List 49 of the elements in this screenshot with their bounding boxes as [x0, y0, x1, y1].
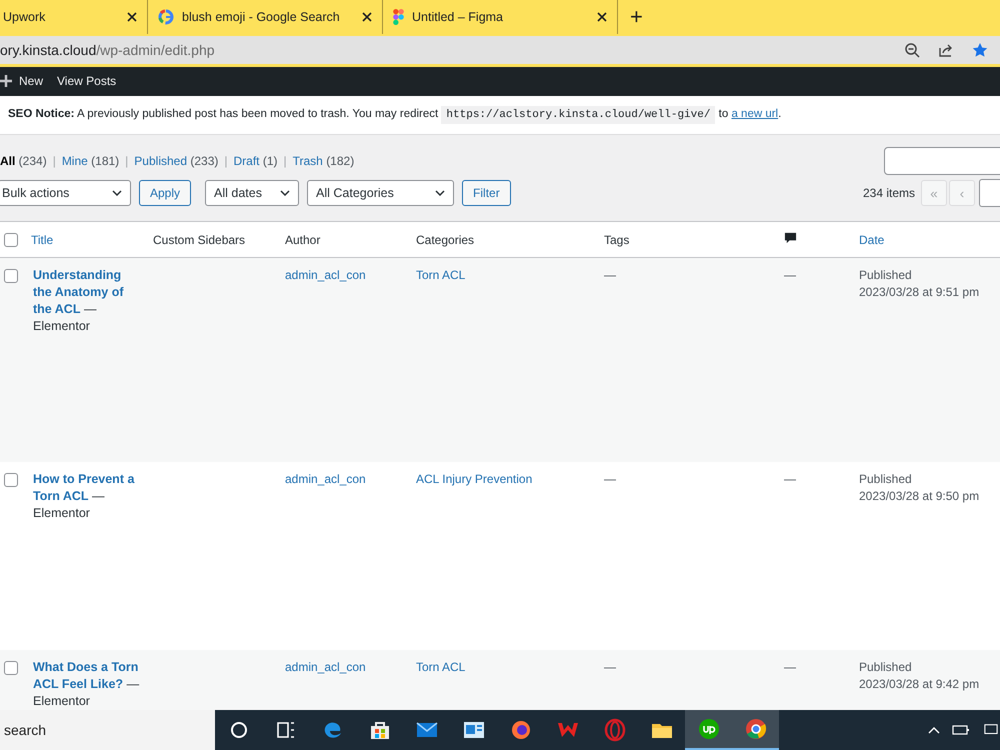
separator: | [125, 154, 128, 168]
post-title-cell[interactable]: Understanding the Anatomy of the ACL — Elementor [31, 267, 153, 462]
column-header: Tags [604, 232, 630, 246]
column-header: Custom Sidebars [153, 232, 246, 246]
separator: | [224, 154, 228, 168]
date-cell-text: Published 2023/03/28 at 9:42 pm [859, 659, 980, 693]
tags-cell: — [604, 472, 616, 486]
notice-text: SEO Notice: A previously published post has been moved to trash. You may redirect https://aclstory.kinsta.cloud/well-give/ to a new url. [8, 108, 782, 122]
item-count: 234 items [862, 186, 915, 200]
tags-cell: — [604, 268, 616, 282]
view-link[interactable]: All (234) [0, 154, 47, 168]
category-link[interactable]: ACL Injury Prevention [416, 472, 532, 486]
category-link[interactable]: Torn ACL [416, 660, 466, 674]
author-link[interactable]: admin_acl_con [285, 268, 366, 282]
apply-button[interactable]: Apply [139, 180, 192, 206]
comments-cell: — [784, 660, 796, 674]
admin-bar-item[interactable]: View Posts [57, 74, 116, 88]
separator: | [284, 154, 287, 168]
post-title-cell[interactable]: What Does a Torn ACL Feel Like? — Elementor [31, 659, 153, 710]
bulk-actions-select[interactable]: Bulk actions [0, 180, 131, 206]
tab-title: blush emoji - Google Search [182, 10, 341, 24]
dates-select[interactable]: All dates [205, 180, 300, 206]
categories-select[interactable]: All Categories [307, 180, 454, 206]
column-header[interactable]: Title [31, 232, 54, 246]
category-link[interactable]: Torn ACL [416, 268, 466, 282]
column-header: Author [285, 232, 320, 246]
new-tab-button[interactable]: + [618, 4, 655, 30]
date-cell-text: Published 2023/03/28 at 9:50 pm [859, 471, 980, 505]
column-header[interactable]: Date [859, 232, 884, 246]
separator: | [52, 154, 56, 168]
column-header: Categories [416, 232, 474, 246]
view-link[interactable]: Published (233) [134, 154, 218, 168]
date-cell-text: Published 2023/03/28 at 9:51 pm [859, 267, 980, 301]
view-link[interactable]: Mine (181) [62, 154, 120, 168]
address-field[interactable]: ory.kinsta.cloud/wp-admin/edit.php [0, 36, 1000, 64]
author-link[interactable]: admin_acl_con [285, 660, 366, 674]
view-link[interactable]: Draft (1) [233, 154, 278, 168]
comments-cell: — [784, 268, 796, 282]
notice-link[interactable]: a new url [731, 108, 778, 120]
tab-title: Upwork [3, 10, 46, 24]
taskbar-search-field[interactable]: search [0, 710, 215, 750]
view-link[interactable]: Trash (182) [292, 154, 354, 168]
comments-cell: — [784, 472, 796, 486]
admin-bar-item[interactable]: New [0, 74, 44, 88]
author-link[interactable]: admin_acl_con [285, 472, 366, 486]
post-title-cell[interactable]: How to Prevent a Torn ACL — Elementor [31, 471, 153, 650]
tags-cell: — [604, 660, 616, 674]
tab-title: Untitled – Figma [412, 10, 504, 24]
filter-button[interactable]: Filter [462, 180, 511, 206]
